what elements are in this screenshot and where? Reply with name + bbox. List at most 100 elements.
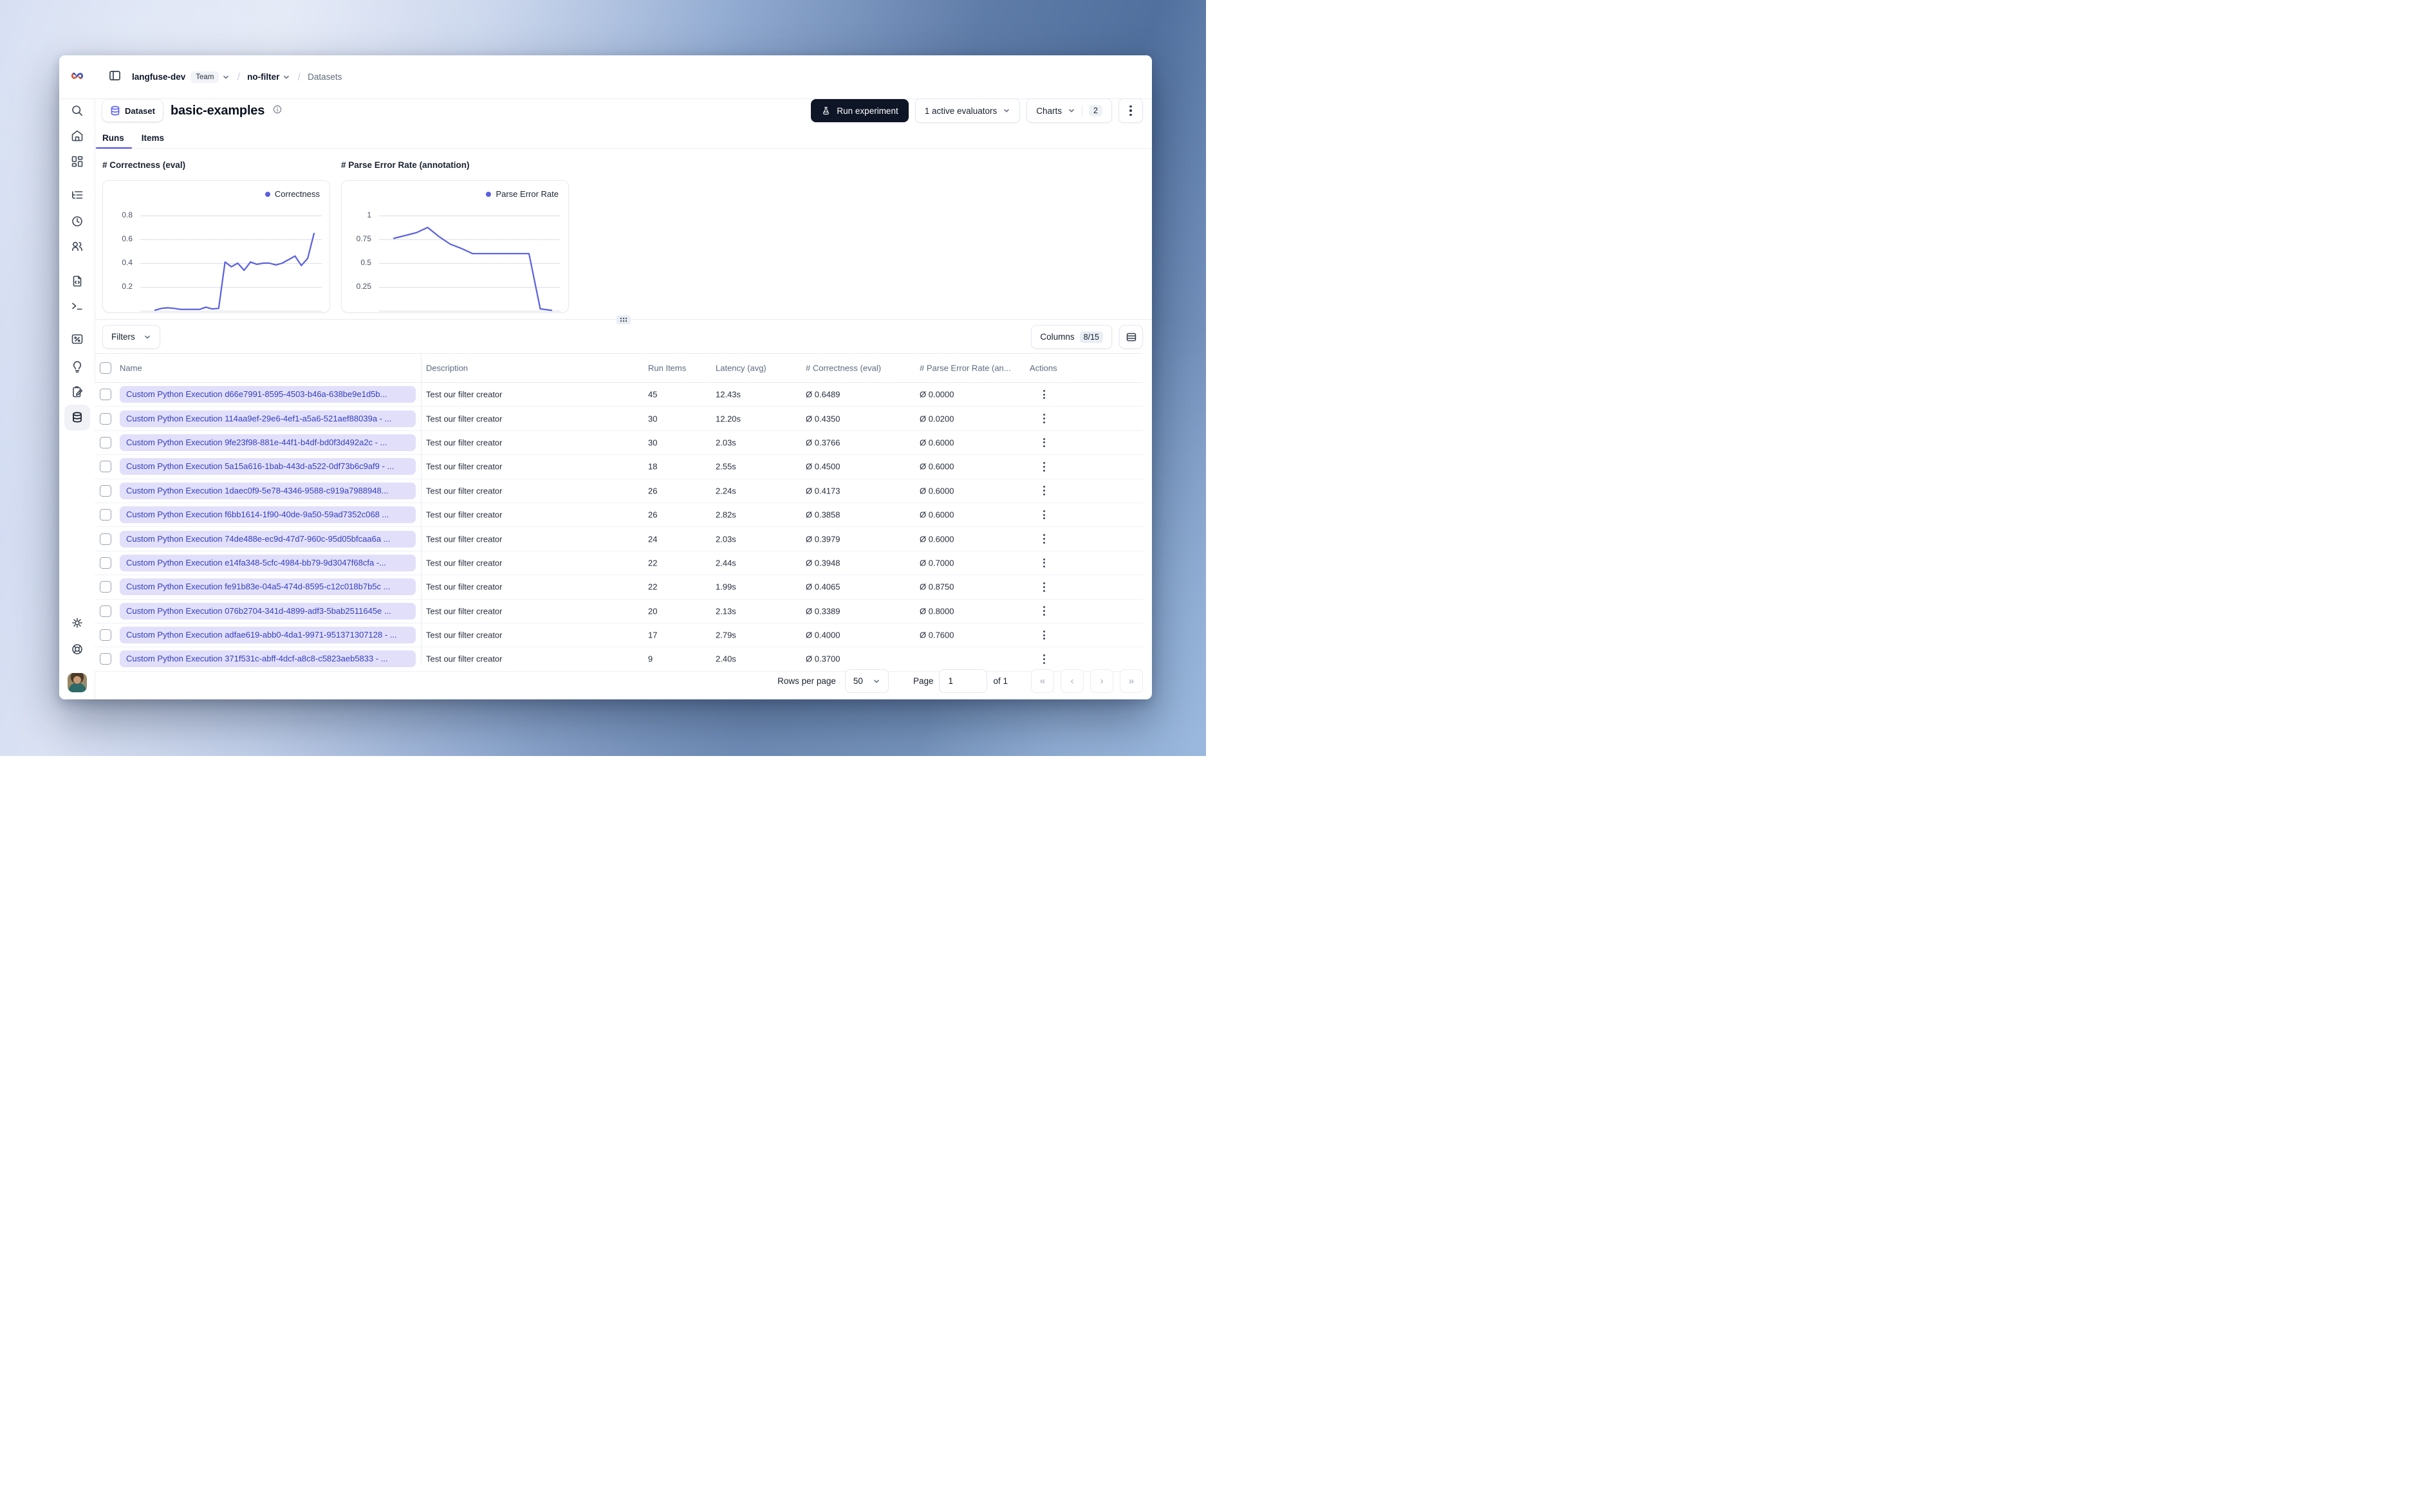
run-experiment-button[interactable]: Run experiment — [811, 99, 909, 122]
table-row[interactable]: Custom Python Execution f6bb1614-1f90-40… — [95, 502, 1143, 528]
run-name-link[interactable]: Custom Python Execution d66e7991-8595-45… — [120, 386, 416, 403]
row-checkbox[interactable] — [100, 389, 111, 401]
breadcrumb-section[interactable]: Datasets — [308, 72, 342, 82]
table-row[interactable]: Custom Python Execution d66e7991-8595-45… — [95, 383, 1143, 407]
row-checkbox[interactable] — [100, 484, 111, 497]
breadcrumb-org[interactable]: langfuse-dev — [132, 72, 185, 82]
database-icon — [72, 412, 82, 423]
run-name-link[interactable]: Custom Python Execution 076b2704-341d-48… — [120, 602, 416, 620]
row-actions-menu[interactable] — [1037, 532, 1050, 546]
sidebar-item-dashboards[interactable] — [64, 149, 90, 174]
row-actions-menu[interactable] — [1037, 387, 1050, 401]
database-icon — [111, 106, 120, 116]
sidebar-item-settings[interactable] — [64, 610, 90, 636]
sidebar-item-search[interactable] — [64, 98, 90, 124]
row-actions-menu[interactable] — [1037, 580, 1050, 594]
row-actions-menu[interactable] — [1037, 604, 1050, 618]
run-name-link[interactable]: Custom Python Execution 1daec0f9-5e78-43… — [120, 482, 416, 499]
run-name-link[interactable]: Custom Python Execution 5a15a616-1bab-44… — [120, 458, 416, 475]
chevron-down-icon[interactable] — [283, 73, 290, 81]
run-name-link[interactable]: Custom Python Execution adfae619-abb0-4d… — [120, 627, 416, 644]
dashboard-grid-icon — [71, 156, 82, 167]
column-header-run-items[interactable]: Run Items — [648, 364, 686, 373]
chevron-down-icon[interactable] — [222, 73, 230, 81]
sidebar-item-tracing[interactable] — [64, 182, 90, 208]
table-row[interactable]: Custom Python Execution fe91b83e-04a5-47… — [95, 575, 1143, 600]
sidebar-item-annotation-queues[interactable] — [64, 379, 90, 405]
sidebar-item-prompts[interactable] — [64, 268, 90, 294]
table-row[interactable]: Custom Python Execution 076b2704-341d-48… — [95, 599, 1143, 623]
info-icon[interactable] — [272, 104, 283, 118]
column-header-latency[interactable]: Latency (avg) — [716, 364, 766, 373]
table-row[interactable]: Custom Python Execution 1daec0f9-5e78-43… — [95, 479, 1143, 503]
row-actions-menu[interactable] — [1037, 508, 1050, 522]
active-evaluators-button[interactable]: 1 active evaluators — [914, 98, 1021, 123]
sidebar-item-users[interactable] — [64, 234, 90, 259]
columns-button[interactable]: Columns 8/15 — [1031, 325, 1112, 349]
first-page-button[interactable]: « — [1031, 669, 1054, 693]
tab-runs[interactable]: Runs — [96, 128, 131, 147]
latency-value: 2.79s — [716, 630, 736, 640]
sidebar-item-playground[interactable] — [64, 293, 90, 319]
column-header-name[interactable]: Name — [120, 364, 142, 373]
run-name-link[interactable]: Custom Python Execution 114aa9ef-29e6-4e… — [120, 410, 416, 427]
desktop-background: langfuse-dev Team / no-filter / Datasets… — [0, 0, 1206, 756]
charts-toggle-button[interactable]: Charts 2 — [1026, 98, 1112, 123]
row-checkbox[interactable] — [100, 461, 111, 473]
breadcrumb-project[interactable]: no-filter — [247, 72, 279, 82]
sidebar-item-datasets[interactable] — [64, 405, 90, 430]
prev-page-button[interactable]: ‹ — [1061, 669, 1084, 693]
row-actions-menu[interactable] — [1037, 556, 1050, 570]
row-actions-menu[interactable] — [1037, 484, 1050, 498]
run-name-link[interactable]: Custom Python Execution f6bb1614-1f90-40… — [120, 506, 416, 524]
latency-value: 2.44s — [716, 558, 736, 568]
row-checkbox[interactable] — [100, 412, 111, 425]
table-row[interactable]: Custom Python Execution 5a15a616-1bab-44… — [95, 455, 1143, 479]
table-row[interactable]: Custom Python Execution 9fe23f98-881e-44… — [95, 430, 1143, 456]
sidebar-item-sessions[interactable] — [64, 208, 90, 234]
row-checkbox[interactable] — [100, 436, 111, 448]
user-avatar[interactable] — [67, 673, 87, 692]
rows-per-page-select[interactable]: 50 — [844, 669, 889, 693]
row-actions-menu[interactable] — [1037, 628, 1050, 642]
runs-table: Name Description Run Items Latency (avg)… — [95, 353, 1143, 672]
page-title: basic-examples — [170, 103, 265, 118]
row-checkbox[interactable] — [100, 509, 111, 521]
resize-handle[interactable] — [616, 315, 631, 324]
last-page-button[interactable]: » — [1120, 669, 1143, 693]
tab-items[interactable]: Items — [135, 128, 171, 147]
run-name-link[interactable]: Custom Python Execution e14fa348-5cfc-49… — [120, 554, 416, 571]
row-checkbox[interactable] — [100, 533, 111, 545]
column-header-correctness[interactable]: # Correctness (eval) — [806, 364, 881, 373]
latency-value: 12.20s — [716, 414, 741, 424]
row-checkbox[interactable] — [100, 557, 111, 569]
row-checkbox[interactable] — [100, 581, 111, 593]
more-actions-button[interactable] — [1118, 98, 1143, 123]
run-name-link[interactable]: Custom Python Execution fe91b83e-04a5-47… — [120, 578, 416, 596]
table-row[interactable]: Custom Python Execution adfae619-abb0-4d… — [95, 623, 1143, 648]
row-actions-menu[interactable] — [1037, 459, 1050, 474]
row-checkbox[interactable] — [100, 605, 111, 617]
next-page-button[interactable]: › — [1090, 669, 1113, 693]
run-name-link[interactable]: Custom Python Execution 74de488e-ec9d-47… — [120, 530, 416, 548]
column-header-parse-error[interactable]: # Parse Error Rate (an... — [920, 364, 1011, 373]
sidebar-item-home[interactable] — [64, 123, 90, 149]
chevron-down-icon — [1003, 107, 1010, 115]
row-actions-menu[interactable] — [1037, 412, 1050, 426]
run-name-link[interactable]: Custom Python Execution 9fe23f98-881e-44… — [120, 434, 416, 451]
sidebar-item-evaluation[interactable] — [64, 326, 90, 352]
gear-icon — [71, 618, 82, 628]
filters-button[interactable]: Filters — [102, 325, 160, 349]
page-input[interactable]: 1 — [939, 669, 988, 693]
table-row[interactable]: Custom Python Execution 74de488e-ec9d-47… — [95, 527, 1143, 551]
table-row[interactable]: Custom Python Execution e14fa348-5cfc-49… — [95, 551, 1143, 576]
sidebar-item-support[interactable] — [64, 636, 90, 662]
table-row[interactable]: Custom Python Execution 114aa9ef-29e6-4e… — [95, 407, 1143, 431]
column-header-description[interactable]: Description — [426, 364, 468, 373]
row-height-button[interactable] — [1119, 325, 1143, 349]
row-actions-menu[interactable] — [1037, 436, 1050, 450]
sidebar-toggle-button[interactable] — [108, 69, 122, 86]
select-all-checkbox[interactable] — [100, 362, 111, 374]
row-checkbox[interactable] — [100, 629, 111, 641]
sidebar-item-insights[interactable] — [64, 354, 90, 380]
